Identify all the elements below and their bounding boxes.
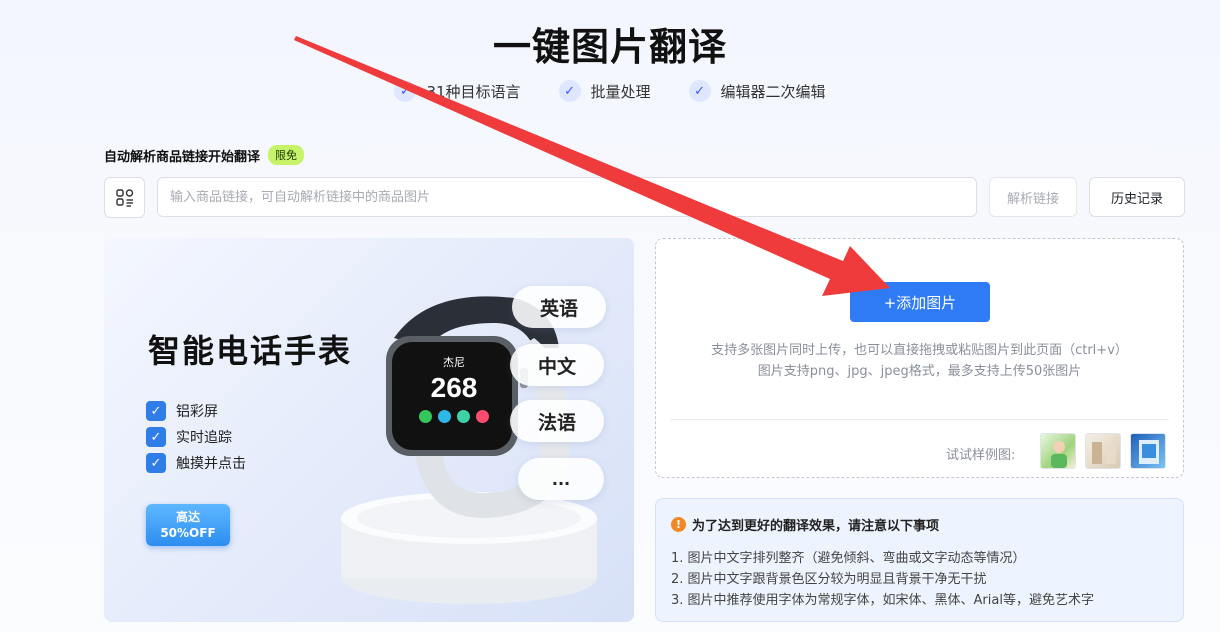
check-icon: ✓ — [146, 401, 166, 421]
promo-feature: ✓ 触摸并点击 — [146, 450, 246, 476]
discount-line1: 高达 — [175, 510, 200, 524]
language-bubble: ... — [518, 458, 604, 500]
product-link-input[interactable] — [157, 177, 977, 217]
check-icon: ✓ — [146, 427, 166, 447]
free-badge: 限免 — [268, 145, 305, 165]
promo-feature: ✓ 铝彩屏 — [146, 398, 246, 424]
page-title: 一键图片翻译 — [492, 25, 727, 69]
feature-item: ✓ 31种目标语言 — [394, 80, 521, 102]
tips-heading-text: 为了达到更好的翻译效果，请注意以下事项 — [692, 519, 940, 534]
check-icon: ✓ — [394, 80, 417, 102]
check-icon: ✓ — [558, 80, 581, 102]
feature-item: ✓ 批量处理 — [558, 80, 651, 102]
link-type-icon[interactable] — [104, 177, 145, 218]
feature-label: 批量处理 — [590, 82, 651, 101]
watch-number: 268 — [430, 372, 478, 403]
check-icon: ✓ — [146, 453, 166, 473]
watch-name: 杰尼 — [443, 357, 465, 369]
promo-feature-label: 实时追踪 — [176, 430, 232, 446]
sample-images-label: 试试样例图: — [946, 448, 1016, 463]
tip-item: 2. 图片中文字跟背景色区分较为明显且背景干净无干扰 — [671, 572, 987, 587]
promo-title: 智能电话手表 — [148, 332, 353, 370]
parse-link-button[interactable]: 解析链接 — [989, 177, 1077, 217]
feature-item: ✓ 编辑器二次编辑 — [688, 80, 826, 102]
promo-feature-label: 铝彩屏 — [176, 404, 218, 420]
tip-item: 3. 图片中推荐使用字体为常规字体，如宋体、黑体、Arial等，避免艺术字 — [671, 593, 1094, 608]
tip-item: 1. 图片中文字排列整齐（避免倾斜、弯曲或文字动态等情况） — [671, 551, 1026, 566]
sample-image-2[interactable] — [1085, 433, 1121, 469]
check-icon: ✓ — [688, 80, 711, 102]
app-icon — [457, 410, 470, 423]
warning-icon: ! — [671, 517, 686, 532]
language-bubble: 英语 — [512, 286, 606, 328]
promo-image: 智能电话手表 ✓ 铝彩屏 ✓ 实时追踪 ✓ 触摸并点击 高达 50%OFF 杰尼… — [104, 238, 634, 622]
feature-label: 31种目标语言 — [426, 82, 521, 101]
promo-feature: ✓ 实时追踪 — [146, 424, 246, 450]
tips-heading: ! 为了达到更好的翻译效果，请注意以下事项 — [671, 515, 1168, 534]
discount-badge: 高达 50%OFF — [146, 504, 230, 546]
add-image-button[interactable]: +添加图片 — [850, 282, 990, 322]
sample-image-3[interactable] — [1130, 433, 1166, 469]
sample-thumbnail-icon — [1092, 442, 1116, 464]
language-bubble: 中文 — [510, 344, 604, 386]
sample-thumbnail-icon — [1051, 441, 1067, 468]
upload-hint-line: 图片支持png、jpg、jpeg格式，最多支持上传50张图片 — [757, 364, 1082, 379]
history-button[interactable]: 历史记录 — [1089, 177, 1185, 217]
upload-hint-line: 支持多张图片同时上传，也可以直接拖拽或粘贴图片到此页面（ctrl+v） — [711, 343, 1128, 358]
sample-image-1[interactable] — [1040, 433, 1076, 469]
discount-line2: 50%OFF — [160, 526, 216, 540]
link-parse-label: 自动解析商品链接开始翻译 限免 — [104, 145, 305, 165]
smartwatch-illustration — [341, 296, 597, 604]
apps-icon — [115, 188, 133, 207]
message-icon — [438, 410, 451, 423]
upload-hint: 支持多张图片同时上传，也可以直接拖拽或粘贴图片到此页面（ctrl+v） 图片支持… — [656, 340, 1183, 382]
phone-icon — [419, 410, 432, 423]
promo-feature-label: 触摸并点击 — [176, 456, 246, 472]
upload-dropzone[interactable]: +添加图片 支持多张图片同时上传，也可以直接拖拽或粘贴图片到此页面（ctrl+v… — [655, 238, 1184, 478]
health-icon — [476, 410, 489, 423]
watch-apps — [398, 410, 510, 423]
link-parse-title: 自动解析商品链接开始翻译 — [104, 149, 261, 165]
sample-thumbnail-icon — [1139, 440, 1159, 464]
tips-list: 1. 图片中文字排列整齐（避免倾斜、弯曲或文字动态等情况） 2. 图片中文字跟背… — [671, 548, 1168, 611]
divider — [670, 419, 1169, 420]
tips-panel: ! 为了达到更好的翻译效果，请注意以下事项 1. 图片中文字排列整齐（避免倾斜、… — [655, 498, 1184, 622]
feature-list: ✓ 31种目标语言 ✓ 批量处理 ✓ 编辑器二次编辑 — [0, 80, 1220, 102]
watch-screen: 杰尼 268 — [398, 346, 510, 446]
feature-label: 编辑器二次编辑 — [720, 82, 826, 101]
language-bubble: 法语 — [510, 400, 604, 442]
promo-feature-list: ✓ 铝彩屏 ✓ 实时追踪 ✓ 触摸并点击 — [146, 398, 246, 476]
